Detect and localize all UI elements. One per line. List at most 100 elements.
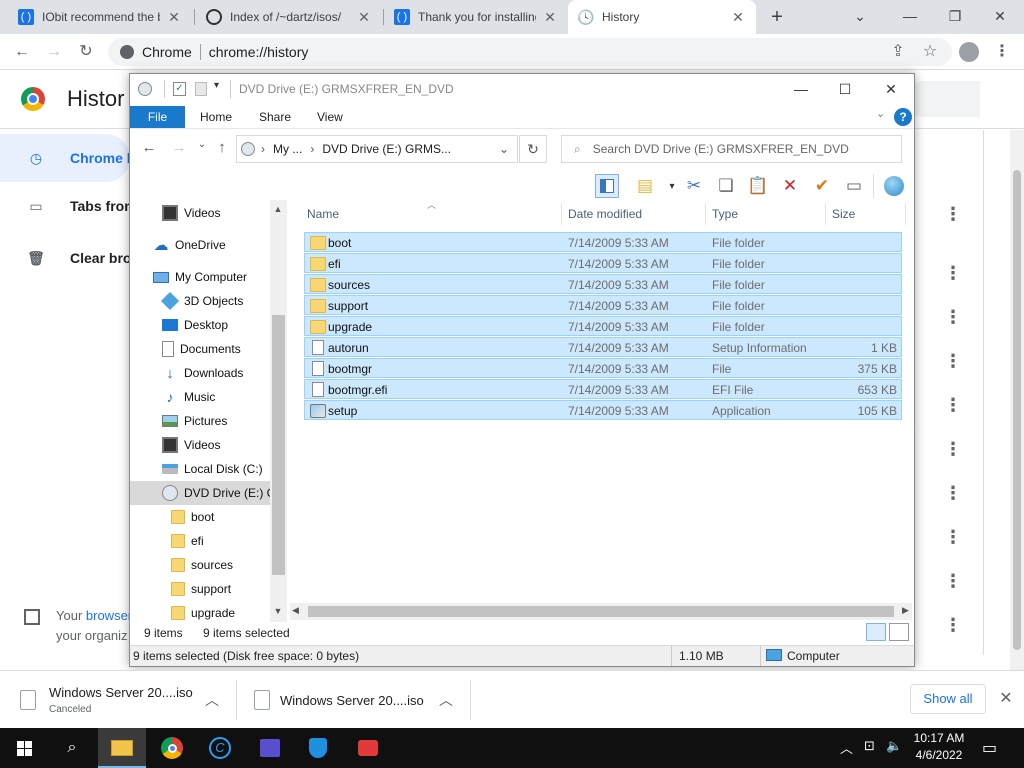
download-item-2[interactable]: Windows Server 20....iso (254, 678, 424, 722)
download-item-1[interactable]: Windows Server 20....iso Canceled (20, 678, 193, 722)
explorer-close-icon[interactable]: ✕ (868, 74, 914, 104)
close-tab-icon[interactable]: ✕ (356, 9, 372, 26)
profile-avatar-icon[interactable] (957, 40, 981, 64)
tab-iobit[interactable]: ( ) IObit recommend the b ✕ (8, 0, 192, 34)
forward-icon[interactable]: → (42, 40, 66, 64)
globe-icon[interactable] (882, 174, 906, 198)
windows-start-icon[interactable] (0, 728, 48, 768)
layout-dropdown-icon[interactable]: ▾ (660, 174, 684, 198)
taskbar-clock[interactable]: 10:17 AM 4/6/2022 (908, 730, 970, 764)
nav-item-dvd-drive[interactable]: DVD Drive (E:) GI (162, 481, 270, 505)
file-row-bootmgr[interactable]: bootmgr 7/14/2009 5:33 AM File 375 KB (304, 358, 902, 378)
column-divider[interactable] (905, 203, 906, 225)
tab-index-isos[interactable]: Index of /~dartz/isos/ ✕ (196, 0, 382, 34)
file-row-sources[interactable]: sources 7/14/2009 5:33 AM File folder (304, 274, 902, 294)
new-folder-qat-icon[interactable] (195, 82, 207, 96)
column-header-size[interactable]: Size (832, 207, 855, 221)
chrome-icon[interactable] (148, 728, 196, 768)
copy-icon[interactable]: ❏ (714, 174, 738, 198)
more-actions-icon[interactable]: ⋮ (943, 483, 963, 503)
column-divider[interactable] (705, 203, 706, 225)
more-actions-icon[interactable]: ⋮ (943, 307, 963, 327)
column-divider[interactable] (561, 203, 562, 225)
more-actions-icon[interactable]: ⋮ (943, 527, 963, 547)
nav-item-videos-2[interactable]: Videos (162, 433, 220, 457)
ribbon-tab-file[interactable]: File (130, 106, 185, 128)
expand-ribbon-icon[interactable]: ⌄ (876, 107, 885, 120)
file-row-bootmgr-efi[interactable]: bootmgr.efi 7/14/2009 5:33 AM EFI File 6… (304, 379, 902, 399)
nav-scrollbar-thumb[interactable] (272, 315, 285, 575)
file-row-upgrade[interactable]: upgrade 7/14/2009 5:33 AM File folder (304, 316, 902, 336)
nav-item-3d-objects[interactable]: 3D Objects (160, 289, 243, 313)
ribbon-tab-home[interactable]: Home (200, 106, 232, 128)
history-search-field[interactable] (905, 81, 980, 117)
file-explorer-icon[interactable] (98, 728, 146, 768)
omnibox[interactable]: Chrome chrome://history (108, 38, 952, 66)
scroll-left-icon[interactable]: ◀ (292, 605, 299, 616)
column-header-name[interactable]: Name (307, 207, 339, 221)
large-icons-view-icon[interactable] (889, 623, 909, 641)
more-actions-icon[interactable]: ⋮ (943, 263, 963, 283)
file-row-efi[interactable]: efi 7/14/2009 5:33 AM File folder (304, 253, 902, 273)
select-all-icon[interactable]: ▭ (842, 174, 866, 198)
nav-item-onedrive[interactable]: ☁ OneDrive (153, 233, 226, 257)
bookmark-star-icon[interactable]: ☆ (918, 40, 942, 64)
nav-item-sources[interactable]: sources (171, 553, 233, 577)
close-tab-icon[interactable]: ✕ (542, 9, 558, 26)
tab-search-icon[interactable]: ⌄ (840, 4, 880, 28)
restore-icon[interactable]: ❐ (935, 4, 975, 28)
nav-item-boot[interactable]: boot (171, 505, 214, 529)
share-icon[interactable]: ⇪ (886, 40, 910, 64)
chevron-up-icon[interactable]: ︿ (202, 690, 222, 710)
ccleaner-icon[interactable]: C (196, 728, 244, 768)
explorer-minimize-icon[interactable]: — (778, 74, 824, 104)
network-icon[interactable]: ⊡ (864, 738, 875, 754)
nav-item-pictures[interactable]: Pictures (162, 409, 227, 433)
details-view-icon[interactable] (866, 623, 886, 641)
ribbon-tab-view[interactable]: View (317, 106, 343, 128)
cut-icon[interactable]: ✂ (682, 174, 706, 198)
search-icon[interactable]: ⌕ (48, 728, 96, 768)
layout-icon[interactable]: ▤ (633, 174, 657, 198)
refresh-icon[interactable]: ↻ (519, 135, 547, 163)
file-row-autorun[interactable]: autorun 7/14/2009 5:33 AM Setup Informat… (304, 337, 902, 357)
file-list-hscroll-thumb[interactable] (308, 606, 894, 617)
explorer-search-box[interactable]: ⌕ Search DVD Drive (E:) GRMSXFRER_EN_DVD (561, 135, 902, 163)
breadcrumb-my-computer[interactable]: My ... (273, 142, 302, 156)
preview-pane-icon[interactable] (595, 174, 619, 198)
volume-icon[interactable]: 🔈 (886, 738, 902, 754)
address-bar[interactable]: › My ... › DVD Drive (E:) GRMS... ⌄ (236, 135, 518, 163)
up-folder-icon[interactable]: ↑ (213, 139, 231, 156)
chrome-menu-icon[interactable]: ⋮ (990, 40, 1014, 64)
nav-item-efi[interactable]: efi (171, 529, 204, 553)
explorer-maximize-icon[interactable]: ☐ (822, 74, 868, 104)
file-row-setup[interactable]: setup 7/14/2009 5:33 AM Application 105 … (304, 400, 902, 420)
file-row-support[interactable]: support 7/14/2009 5:33 AM File folder (304, 295, 902, 315)
nav-item-my-computer[interactable]: My Computer (153, 265, 247, 289)
recent-locations-icon[interactable]: ⌄ (193, 139, 211, 150)
file-row-boot[interactable]: boot 7/14/2009 5:33 AM File folder (304, 232, 902, 252)
page-scrollbar-thumb[interactable] (1013, 170, 1021, 650)
reload-icon[interactable]: ↻ (74, 40, 98, 64)
sidebar-item-tabs-from-devices[interactable]: ▭ Tabs from (0, 182, 140, 230)
column-header-type[interactable]: Type (712, 207, 738, 221)
chevron-up-icon[interactable]: ︿ (436, 690, 456, 710)
nav-item-music[interactable]: ♪ Music (162, 385, 216, 409)
managed-browser-link[interactable]: browser (86, 608, 132, 623)
nav-scroll-up-icon[interactable]: ▲ (272, 204, 284, 214)
remote-desktop-icon[interactable] (246, 728, 294, 768)
close-tab-icon[interactable]: ✕ (166, 9, 182, 26)
minimize-icon[interactable]: — (890, 4, 930, 28)
new-tab-icon[interactable]: + (766, 6, 788, 28)
more-actions-icon[interactable]: ⋮ (943, 439, 963, 459)
more-actions-icon[interactable]: ⋮ (943, 571, 963, 591)
properties-icon[interactable]: ✓ (173, 82, 186, 96)
nav-item-videos[interactable]: Videos (162, 201, 220, 225)
nav-scroll-down-icon[interactable]: ▼ (272, 606, 284, 616)
address-dropdown-icon[interactable]: ⌄ (499, 142, 509, 156)
screen-recorder-icon[interactable] (344, 728, 392, 768)
nav-item-downloads[interactable]: ↓ Downloads (162, 361, 243, 385)
customize-qat-icon[interactable]: ▾ (214, 80, 219, 91)
more-actions-icon[interactable]: ⋮ (943, 395, 963, 415)
breadcrumb-dvd-drive[interactable]: DVD Drive (E:) GRMS... (322, 142, 451, 156)
